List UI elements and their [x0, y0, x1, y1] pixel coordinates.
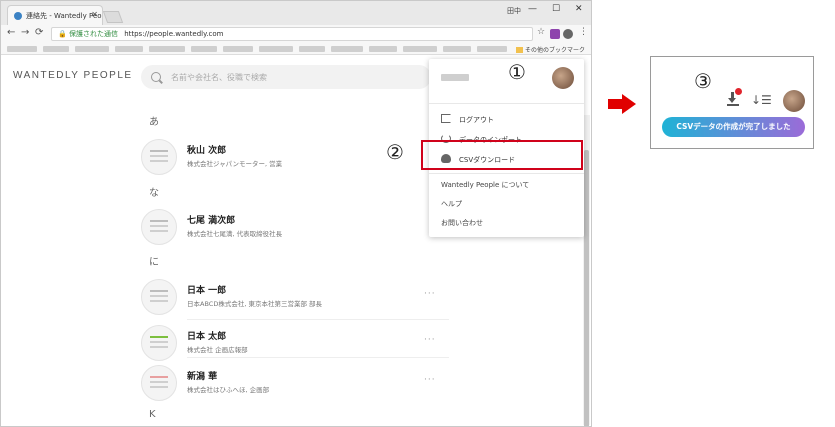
- menu-item-logout[interactable]: ログアウト: [441, 112, 581, 128]
- contact-name: 秋山 次郎: [187, 146, 227, 156]
- bookmark-item[interactable]: [75, 46, 109, 52]
- contact-name: 日本 一郎: [187, 286, 227, 296]
- menu-item-help[interactable]: ヘルプ: [441, 199, 462, 209]
- bookmark-item[interactable]: [7, 46, 37, 52]
- search-icon: [151, 72, 161, 82]
- business-card-thumbnail: [141, 279, 177, 315]
- avatar[interactable]: [552, 67, 574, 89]
- browser-toolbar: ← → ⟳ 🔒 保護された通信 https://people.wantedly.…: [1, 25, 591, 43]
- bookmark-folder[interactable]: その他のブックマーク: [516, 45, 585, 54]
- contact-company: 株式会社 企画広報部: [187, 346, 248, 354]
- maximize-icon[interactable]: ☐: [552, 4, 560, 14]
- bookmark-item[interactable]: [331, 46, 363, 52]
- contact-name: 日本 太郎: [187, 332, 227, 342]
- more-options-icon[interactable]: ···: [424, 335, 436, 345]
- url-text: https://people.wantedly.com: [124, 30, 224, 38]
- business-card-thumbnail: [141, 139, 177, 175]
- bookmark-item[interactable]: [369, 46, 397, 52]
- minimize-icon[interactable]: —: [528, 4, 537, 14]
- browser-tab[interactable]: 連絡先 - Wantedly People ✕: [7, 5, 103, 25]
- favicon-icon: [14, 12, 22, 20]
- reload-icon[interactable]: ⟳: [35, 27, 43, 38]
- bookmark-item[interactable]: [115, 46, 143, 52]
- forward-icon[interactable]: →: [21, 27, 29, 38]
- business-card-thumbnail: [141, 325, 177, 361]
- extension-icon[interactable]: [550, 29, 560, 39]
- menu-item-label: ログアウト: [459, 116, 494, 124]
- bookmark-item[interactable]: [403, 46, 437, 52]
- contact-name: 七尾 満次郎: [187, 216, 236, 226]
- contact-name: 新潟 華: [187, 372, 218, 382]
- sort-icon[interactable]: ↓☰: [751, 93, 772, 107]
- menu-divider: [429, 173, 584, 174]
- bookmark-item[interactable]: [191, 46, 217, 52]
- app-logo[interactable]: WANTEDLY PEOPLE: [13, 70, 133, 81]
- bookmarks-bar: その他のブックマーク: [1, 43, 591, 55]
- back-icon[interactable]: ←: [7, 27, 15, 38]
- business-card-thumbnail: [141, 209, 177, 245]
- search-input[interactable]: [141, 65, 431, 89]
- bookmark-item[interactable]: [443, 46, 471, 52]
- bookmark-folder-label: その他のブックマーク: [525, 47, 586, 54]
- section-header: に: [149, 257, 159, 268]
- close-window-icon[interactable]: ✕: [575, 4, 583, 14]
- contact-company: 株式会社ジャパンモーター, 営業: [187, 160, 283, 168]
- contact-row[interactable]: 新潟 華 株式会社はひふへほ, 企画部 ···: [141, 365, 451, 405]
- secure-label: 保護された通信: [68, 30, 118, 38]
- step-label: ③: [694, 69, 712, 93]
- contact-row[interactable]: 日本 一郎 日本ABCD株式会社, 東京本社第三営業部 部長 ···: [141, 279, 451, 319]
- right-arrow-icon: [608, 94, 638, 114]
- avatar[interactable]: [783, 90, 805, 112]
- contact-row[interactable]: 日本 太郎 株式会社 企画広報部 ···: [141, 325, 451, 365]
- menu-item-about[interactable]: Wantedly People について: [441, 180, 529, 190]
- bookmark-item[interactable]: [149, 46, 185, 52]
- close-icon[interactable]: ✕: [91, 10, 98, 19]
- profile-name[interactable]: 田中: [507, 6, 521, 16]
- bookmark-item[interactable]: [43, 46, 69, 52]
- new-tab-button[interactable]: [102, 11, 124, 23]
- menu-divider: [429, 103, 584, 104]
- extension-icon[interactable]: [563, 29, 573, 39]
- menu-dots-icon[interactable]: ⋮: [579, 27, 588, 37]
- tab-strip: 連絡先 - Wantedly People ✕ 田中 — ☐ ✕: [1, 1, 591, 25]
- bookmark-item[interactable]: [223, 46, 253, 52]
- step-label: ①: [508, 60, 526, 84]
- notification-badge: [735, 88, 742, 95]
- csv-complete-toast[interactable]: CSVデータの作成が完了しました: [662, 117, 805, 137]
- screenshot-stage: 連絡先 - Wantedly People ✕ 田中 — ☐ ✕ ← → ⟳ 🔒…: [0, 0, 835, 427]
- logout-icon: [441, 114, 451, 123]
- contact-company: 日本ABCD株式会社, 東京本社第三営業部 部長: [187, 300, 323, 308]
- app-content: WANTEDLY PEOPLE あ 秋山 次郎 株式会社ジャパンモーター, 営業…: [1, 55, 591, 426]
- menu-item-contact[interactable]: お問い合わせ: [441, 218, 483, 228]
- browser-window: 連絡先 - Wantedly People ✕ 田中 — ☐ ✕ ← → ⟳ 🔒…: [0, 0, 592, 427]
- user-name-blurred: [441, 74, 469, 81]
- contact-row[interactable]: 秋山 次郎 株式会社ジャパンモーター, 営業: [141, 139, 451, 179]
- lock-icon: 🔒: [58, 30, 67, 38]
- step-label: ②: [386, 140, 404, 164]
- scrollbar-thumb[interactable]: [584, 150, 589, 426]
- address-bar[interactable]: 🔒 保護された通信 https://people.wantedly.com: [51, 27, 533, 41]
- contact-row[interactable]: 七尾 満次郎 株式会社七尾満, 代表取締役社長: [141, 209, 451, 249]
- result-panel: ③ ↓☰ CSVデータの作成が完了しました: [650, 56, 814, 149]
- section-header: あ: [149, 117, 159, 128]
- bookmark-item[interactable]: [477, 46, 507, 52]
- star-icon[interactable]: ☆: [537, 27, 545, 37]
- business-card-thumbnail: [141, 365, 177, 401]
- more-options-icon[interactable]: ···: [424, 289, 436, 299]
- section-header: K: [149, 409, 156, 420]
- bookmark-item[interactable]: [299, 46, 325, 52]
- section-header: な: [149, 188, 159, 199]
- divider: [187, 319, 449, 320]
- divider: [187, 357, 449, 358]
- folder-icon: [516, 47, 523, 53]
- contact-company: 株式会社七尾満, 代表取締役社長: [187, 230, 283, 238]
- bookmark-item[interactable]: [259, 46, 293, 52]
- contact-company: 株式会社はひふへほ, 企画部: [187, 386, 270, 394]
- highlight-box: [421, 140, 583, 170]
- more-options-icon[interactable]: ···: [424, 375, 436, 385]
